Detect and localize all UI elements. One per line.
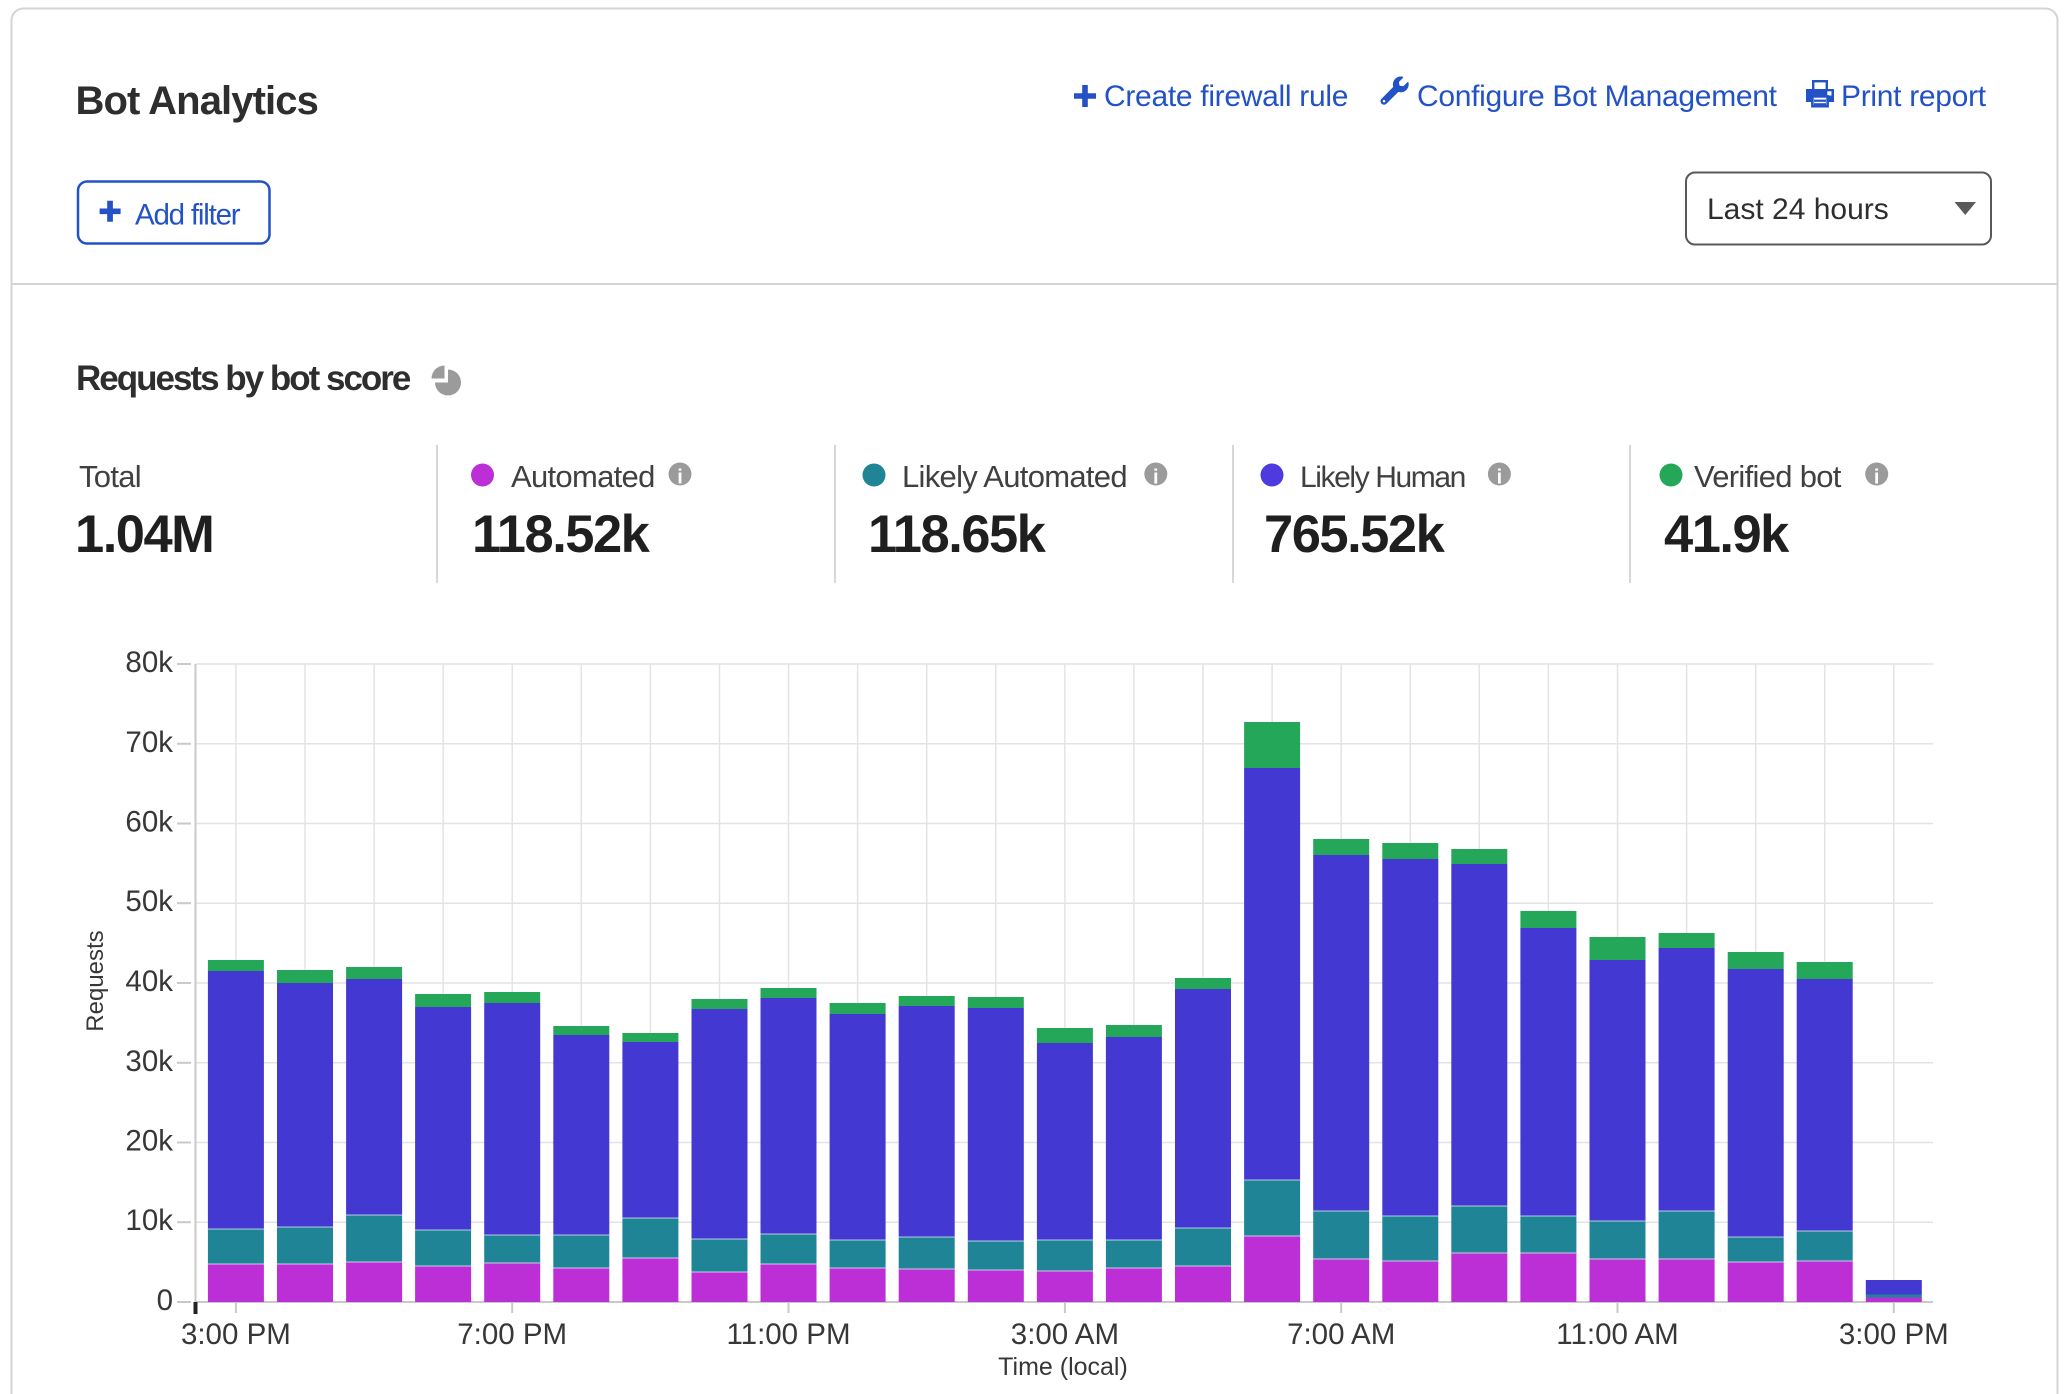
svg-text:Automated: Automated (511, 459, 655, 494)
svg-text:40k: 40k (125, 965, 173, 998)
svg-text:i: i (1153, 467, 1159, 489)
svg-text:Configure Bot Management: Configure Bot Management (1417, 80, 1778, 113)
svg-text:765.52k: 765.52k (1264, 505, 1446, 564)
svg-text:80k: 80k (125, 646, 173, 679)
svg-text:1.04M: 1.04M (75, 505, 213, 564)
svg-text:11:00 AM: 11:00 AM (1556, 1318, 1678, 1351)
svg-text:Requests: Requests (82, 930, 109, 1031)
svg-text:70k: 70k (125, 726, 173, 759)
svg-text:Likely Automated: Likely Automated (902, 459, 1127, 494)
svg-text:Verified bot: Verified bot (1694, 459, 1842, 494)
svg-text:Add filter: Add filter (135, 199, 241, 232)
svg-text:50k: 50k (125, 885, 173, 918)
svg-text:3:00 AM: 3:00 AM (1011, 1318, 1119, 1351)
svg-text:Total: Total (79, 459, 141, 494)
svg-text:Time (local): Time (local) (998, 1353, 1128, 1381)
svg-text:3:00 PM: 3:00 PM (1839, 1318, 1949, 1351)
svg-text:i: i (1497, 467, 1503, 489)
svg-text:0: 0 (157, 1284, 173, 1317)
svg-text:11:00 PM: 11:00 PM (726, 1318, 850, 1351)
svg-text:118.52k: 118.52k (472, 505, 651, 564)
svg-text:3:00 PM: 3:00 PM (181, 1318, 291, 1351)
svg-text:30k: 30k (125, 1045, 173, 1078)
svg-text:i: i (1874, 467, 1880, 489)
svg-text:41.9k: 41.9k (1664, 505, 1790, 564)
svg-text:Bot Analytics: Bot Analytics (76, 79, 318, 123)
svg-text:20k: 20k (125, 1125, 173, 1158)
svg-text:7:00 AM: 7:00 AM (1287, 1318, 1395, 1351)
svg-text:118.65k: 118.65k (868, 505, 1047, 564)
svg-text:Create firewall rule: Create firewall rule (1104, 80, 1348, 113)
svg-text:60k: 60k (125, 806, 173, 839)
svg-text:Likely Human: Likely Human (1300, 461, 1465, 494)
svg-text:i: i (677, 467, 683, 489)
svg-text:7:00 PM: 7:00 PM (457, 1318, 567, 1351)
svg-text:Last 24 hours: Last 24 hours (1707, 193, 1889, 226)
svg-text:Requests by bot score: Requests by bot score (76, 359, 411, 398)
svg-text:10k: 10k (125, 1204, 173, 1237)
svg-text:Print report: Print report (1841, 80, 1987, 113)
